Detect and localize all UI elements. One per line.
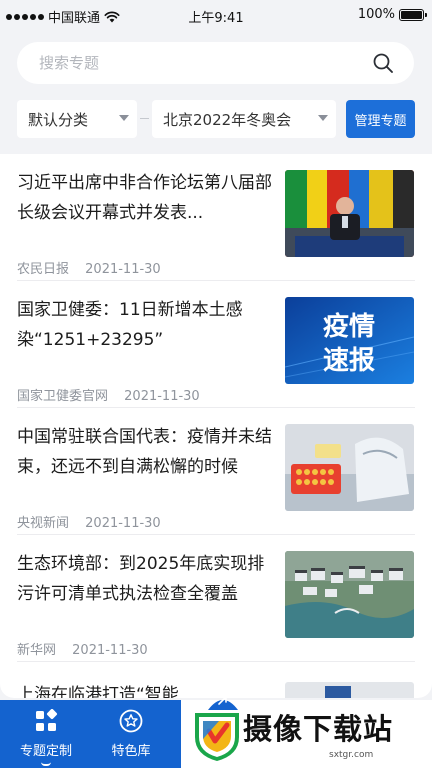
tab-topic-custom[interactable]: 专题定制 (3, 700, 89, 768)
tab-label: 特色库 (111, 744, 151, 759)
news-list: 习近平出席中非合作论坛第八届部长级会议开幕式并发表... 农民日报 2021-1… (0, 154, 432, 698)
news-title: 生态环境部：到2025年底实现排污许可清单式执法检查全覆盖 (17, 554, 265, 604)
thumb-text-bottom: 速报 (323, 345, 375, 376)
tab-label: 专题定制 (19, 744, 72, 759)
news-date: 2021-11-30 (85, 262, 161, 277)
news-meta: 新华网 2021-11-30 (17, 639, 148, 658)
partial-photo-image (285, 682, 414, 698)
news-meta: 农民日报 2021-11-30 (17, 258, 161, 277)
category-select-label: 默认分类 (28, 111, 89, 129)
news-item[interactable]: 习近平出席中非合作论坛第八届部长级会议开幕式并发表... 农民日报 2021-1… (0, 154, 432, 281)
news-source: 央视新闻 (17, 516, 70, 531)
news-source: 农民日报 (17, 262, 70, 277)
news-meta: 央视新闻 2021-11-30 (17, 512, 161, 531)
news-title: 中国常驻联合国代表：疫情并未结束，还远不到自满松懈的时候 (17, 427, 272, 477)
watermark-banner: 摄像下载站 sxtgr.com (181, 700, 432, 768)
search-bar[interactable] (17, 42, 414, 84)
manage-topics-button[interactable]: 管理专题 (346, 100, 415, 138)
watermark-text: 摄像下载站 (243, 712, 394, 746)
filter-row: 默认分类 北京2022年冬奥会 管理专题 (0, 100, 432, 138)
news-thumbnail (285, 551, 414, 638)
news-source: 新华网 (17, 643, 57, 658)
news-item[interactable]: 生态环境部：到2025年底实现排污许可清单式执法检查全覆盖 新华网 2021-1… (0, 535, 432, 662)
news-thumbnail (285, 424, 414, 511)
status-bar: 中国联通 上午9:41 100% (0, 0, 432, 30)
thumb-text-top: 疫情 (323, 311, 375, 342)
watermark-url: sxtgr.com (329, 750, 374, 760)
news-title: 国家卫健委：11日新增本土感染“1251+23295” (17, 300, 243, 350)
news-meta: 国家卫健委官网 2021-11-30 (17, 385, 200, 404)
battery-percent: 100% (357, 7, 395, 22)
epidemic-report-image: 疫情 速报 (285, 297, 414, 384)
status-right: 100% (357, 7, 427, 22)
search-icon[interactable] (372, 52, 394, 74)
caret-down-icon (318, 115, 328, 121)
news-date: 2021-11-30 (72, 643, 148, 658)
news-thumbnail (285, 170, 414, 257)
news-item[interactable]: 中国常驻联合国代表：疫情并未结束，还远不到自满松懈的时候 央视新闻 2021-1… (0, 408, 432, 535)
lab-test-image (285, 424, 414, 511)
grid-icon (36, 709, 58, 731)
select-separator (140, 118, 149, 119)
back-to-top-icon[interactable] (208, 690, 238, 710)
news-thumbnail (285, 682, 414, 698)
news-title: 习近平出席中非合作论坛第八届部长级会议开幕式并发表... (17, 173, 272, 223)
star-circle-icon (119, 709, 143, 733)
watermark-logo-icon (195, 713, 239, 761)
category-select[interactable]: 默认分类 (17, 100, 137, 138)
tab-featured-library[interactable]: 特色库 (88, 700, 174, 768)
topic-select-label: 北京2022年冬奥会 (163, 111, 292, 129)
news-thumbnail: 疫情 速报 (285, 297, 414, 384)
news-date: 2021-11-30 (85, 516, 161, 531)
caret-down-icon (119, 115, 129, 121)
aerial-town-image (285, 551, 414, 638)
search-input[interactable] (39, 42, 359, 84)
active-tab-indicator (41, 762, 51, 766)
summit-photo-image (285, 170, 414, 257)
news-item[interactable]: 国家卫健委：11日新增本土感染“1251+23295” 国家卫健委官网 2021… (0, 281, 432, 408)
battery-icon (399, 8, 427, 21)
news-date: 2021-11-30 (124, 389, 200, 404)
news-source: 国家卫健委官网 (17, 389, 109, 404)
topic-select[interactable]: 北京2022年冬奥会 (152, 100, 336, 138)
